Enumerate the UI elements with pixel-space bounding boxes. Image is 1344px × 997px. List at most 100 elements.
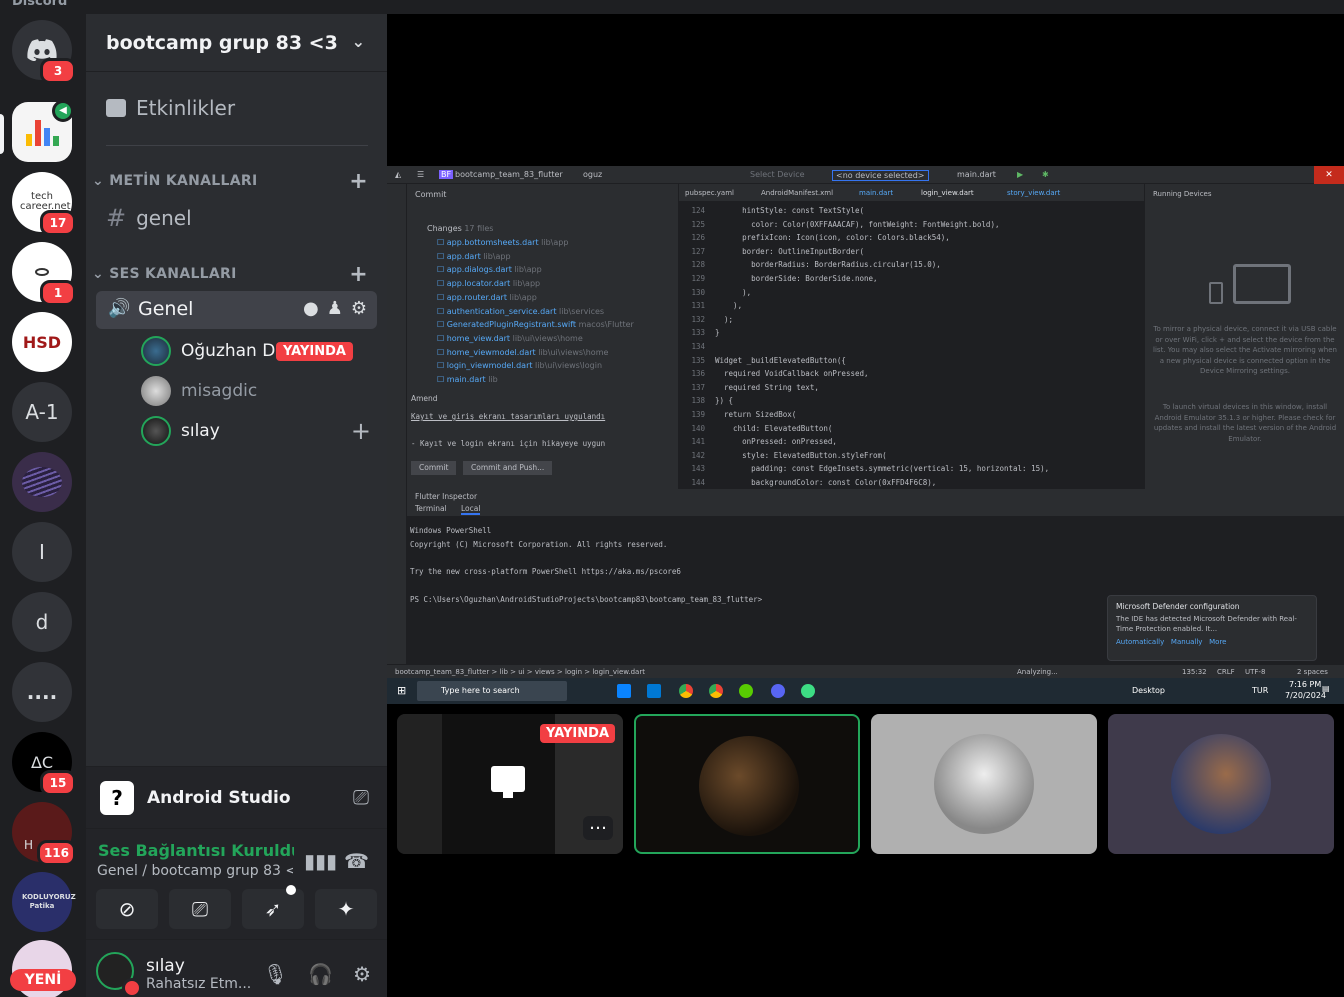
video-tile[interactable] — [634, 714, 860, 854]
commit-message-body[interactable]: - Kayıt ve login ekranı için hikayeye uy… — [411, 439, 671, 448]
voice-channel-genel[interactable]: 🔊 Genel ● ♟ ⚙ — [96, 291, 377, 329]
tab-manifest[interactable]: AndroidManifest.xml — [761, 189, 833, 197]
taskbar-search[interactable]: Type here to search — [417, 681, 567, 701]
chat-icon[interactable]: ● — [303, 298, 319, 319]
select-device[interactable]: Select Device — [750, 170, 805, 179]
flutter-inspector-label[interactable]: Flutter Inspector — [415, 492, 477, 501]
voice-user[interactable]: misagdic — [141, 375, 257, 407]
server-icon-techcareer[interactable]: tech career.net 17 — [12, 172, 76, 236]
android-studio-icon[interactable] — [801, 684, 815, 698]
notification-icon[interactable]: ▤ — [1322, 684, 1330, 693]
changed-file[interactable]: ☐ authentication_service.dart lib\servic… — [437, 307, 604, 316]
server-icon-google[interactable]: ◀ — [12, 100, 74, 162]
amend-checkbox[interactable]: Amend — [411, 394, 438, 403]
terminal-panel[interactable]: Flutter Inspector Terminal Local Windows… — [407, 489, 1344, 664]
invite-user-icon[interactable]: ♟ — [327, 298, 343, 319]
commit-button[interactable]: Commit — [411, 461, 457, 475]
server-icon-i[interactable]: I — [12, 522, 72, 582]
server-icon-kodluyoruz[interactable]: KODLUYORUZ Patika — [12, 872, 76, 932]
run-icon[interactable]: ▶ — [1017, 170, 1023, 179]
clock-date[interactable]: 7/20/2024 — [1285, 691, 1326, 700]
voice-user[interactable]: sılay + — [141, 415, 371, 447]
defender-more-link[interactable]: More — [1209, 638, 1226, 646]
changed-file[interactable]: ☐ GeneratedPluginRegistrant.swift macos\… — [437, 320, 634, 329]
gear-icon[interactable]: ⚙ — [353, 962, 371, 986]
server-icon-delta-c[interactable]: ΔC 15 — [12, 732, 76, 796]
tab-story-view[interactable]: story_view.dart — [1007, 189, 1060, 197]
camera-off-button[interactable]: ⊘ — [96, 889, 158, 929]
server-icon-unnamed[interactable]: 1 — [12, 242, 76, 306]
server-icon-dots[interactable]: .... — [12, 662, 72, 722]
voice-category[interactable]: ⌄ SES KANALLARI + — [92, 262, 372, 287]
device-dropdown[interactable]: <no device selected> — [832, 170, 929, 181]
activity-button[interactable]: ➶ — [242, 885, 304, 929]
channel-genel[interactable]: # genel — [106, 204, 192, 232]
disconnect-icon[interactable]: ☎ — [344, 849, 369, 873]
changed-file[interactable]: ☐ app.dialogs.dart lib\app — [437, 265, 542, 274]
screen-share-icon[interactable]: ⎚ — [353, 785, 369, 809]
tab-main[interactable]: main.dart — [859, 189, 893, 197]
debug-icon[interactable]: ✱ — [1042, 170, 1049, 179]
file-explorer-icon[interactable] — [617, 684, 631, 698]
server-icon-code[interactable] — [12, 452, 72, 512]
branch-name[interactable]: oguz — [583, 170, 602, 179]
microphone-icon[interactable]: 🎙 — [263, 962, 288, 986]
shared-screen[interactable]: ◭ ☰ BF bootcamp_team_83_flutter oguz Sel… — [387, 166, 1344, 704]
encoding[interactable]: UTF-8 — [1245, 668, 1265, 676]
changed-file[interactable]: ☐ app.dart lib\app — [437, 252, 511, 261]
local-tab[interactable]: Local — [461, 504, 481, 515]
clock-time[interactable]: 7:16 PM — [1289, 680, 1321, 689]
changed-file[interactable]: ☐ home_view.dart lib\ui\views\home — [437, 334, 583, 343]
stream-tile[interactable]: YAYINDA … — [397, 714, 623, 854]
changed-file[interactable]: ☐ main.dart lib — [437, 375, 498, 384]
gear-icon[interactable]: ⚙ — [351, 298, 367, 319]
language-indicator[interactable]: TUR — [1252, 686, 1268, 695]
discord-home-button[interactable]: 3 — [12, 20, 76, 84]
video-tile[interactable] — [1108, 714, 1334, 854]
vscode-icon[interactable] — [647, 684, 661, 698]
video-tile[interactable] — [871, 714, 1097, 854]
more-icon[interactable]: … — [583, 815, 613, 840]
headphones-icon[interactable]: 🎧 — [308, 962, 333, 986]
breadcrumb[interactable]: bootcamp_team_83_flutter > lib > ui > vi… — [395, 668, 645, 676]
server-icon-hsd[interactable]: HSD — [12, 312, 72, 372]
add-channel-icon[interactable]: + — [349, 169, 368, 194]
commit-push-button[interactable]: Commit and Push... — [463, 461, 553, 475]
server-icon-a1[interactable]: A-1 — [12, 382, 72, 442]
changed-file[interactable]: ☐ home_viewmodel.dart lib\ui\views\home — [437, 348, 608, 357]
chrome-icon[interactable] — [679, 684, 693, 698]
screen-share-button[interactable]: ⎚ — [169, 889, 231, 929]
voice-user[interactable]: Oğuzhan D... YAYINDA — [141, 335, 353, 367]
changed-file[interactable]: ☐ app.router.dart lib\app — [437, 293, 537, 302]
run-config[interactable]: main.dart — [957, 170, 996, 179]
desktop-label[interactable]: Desktop — [1132, 686, 1165, 695]
tab-pubspec[interactable]: pubspec.yaml — [685, 189, 734, 197]
duolingo-icon[interactable] — [739, 684, 753, 698]
defender-automatically-link[interactable]: Automatically — [1116, 638, 1164, 646]
defender-manually-link[interactable]: Manually — [1171, 638, 1203, 646]
add-icon[interactable]: + — [351, 417, 371, 445]
menu-icon[interactable]: ☰ — [417, 170, 424, 179]
terminal-tab[interactable]: Terminal — [415, 504, 447, 513]
indent[interactable]: 2 spaces — [1297, 668, 1328, 676]
changed-file[interactable]: ☐ app.locator.dart lib\app — [437, 279, 540, 288]
events-link[interactable]: Etkinlikler — [106, 96, 235, 120]
project-name[interactable]: bootcamp_team_83_flutter — [455, 170, 563, 179]
guild-header[interactable]: bootcamp grup 83 <3 ⌄ — [86, 14, 387, 72]
server-icon-game[interactable]: H 116 — [12, 802, 76, 866]
noise-suppression-icon[interactable]: ▮▮▮ — [304, 849, 337, 873]
connection-location[interactable]: Genel / bootcamp grup 83 <3 — [97, 863, 293, 879]
windows-start-icon[interactable]: ⊞ — [397, 684, 406, 697]
changed-file[interactable]: ☐ app.bottomsheets.dart lib\app — [437, 238, 568, 247]
cursor-position[interactable]: 135:32 — [1182, 668, 1207, 676]
changed-file[interactable]: ☐ login_viewmodel.dart lib\ui\views\logi… — [437, 361, 602, 370]
tab-login-view[interactable]: login_view.dart — [921, 189, 974, 197]
commit-message[interactable]: Kayıt ve giriş ekranı tasarımları uygula… — [411, 412, 641, 421]
add-channel-icon[interactable]: + — [349, 262, 368, 287]
close-icon[interactable]: ✕ — [1314, 166, 1344, 184]
server-icon-d[interactable]: d — [12, 592, 72, 652]
text-category[interactable]: ⌄ METİN KANALLARI + — [92, 169, 372, 194]
line-separator[interactable]: CRLF — [1217, 668, 1235, 676]
soundboard-button[interactable]: ✦ — [315, 889, 377, 929]
discord-icon[interactable] — [771, 684, 785, 698]
